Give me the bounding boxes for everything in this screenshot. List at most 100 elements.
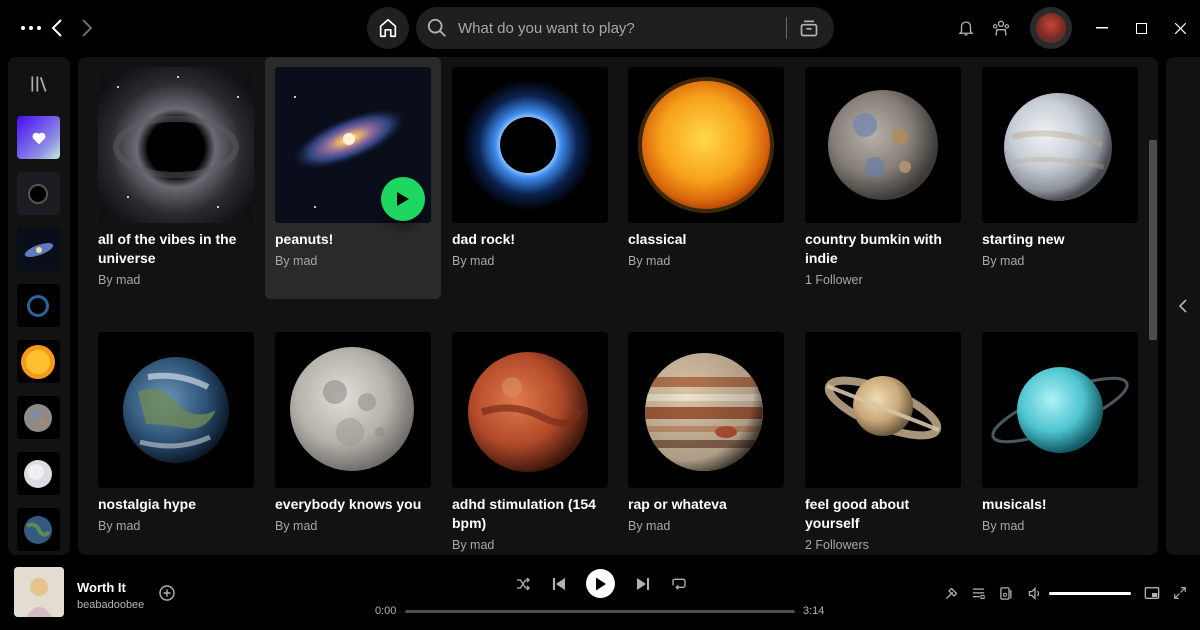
browse-icon[interactable] bbox=[798, 17, 820, 39]
friend-activity-icon[interactable] bbox=[990, 17, 1012, 39]
playlist-subtitle: By mad bbox=[628, 519, 671, 533]
library-item-sun[interactable] bbox=[17, 340, 60, 383]
library-icon[interactable] bbox=[27, 73, 51, 95]
library-item-black-hole[interactable] bbox=[17, 172, 60, 215]
mini-player-icon[interactable] bbox=[1142, 584, 1162, 602]
playlist-subtitle: By mad bbox=[628, 254, 671, 268]
playlist-card[interactable]: rap or whateva By mad bbox=[618, 322, 794, 555]
playlist-subtitle: By mad bbox=[452, 538, 495, 552]
playlist-card[interactable]: all of the vibes in the universe By mad bbox=[88, 57, 264, 299]
home-button[interactable] bbox=[367, 7, 409, 49]
library-item-mercury[interactable] bbox=[17, 396, 60, 439]
play-icon bbox=[397, 192, 409, 206]
home-icon bbox=[379, 18, 397, 38]
user-avatar[interactable] bbox=[1030, 7, 1072, 49]
playlist-subtitle: By mad bbox=[982, 254, 1025, 268]
cover-jupiter bbox=[628, 332, 784, 488]
previous-icon[interactable] bbox=[549, 574, 569, 594]
playlist-title: nostalgia hype bbox=[98, 496, 197, 512]
playlist-subtitle: By mad bbox=[98, 273, 141, 287]
playlist-title: country bumkin with indie bbox=[805, 231, 942, 266]
play-button[interactable] bbox=[381, 177, 425, 221]
library-item-galaxy[interactable] bbox=[17, 228, 60, 271]
playlist-subtitle: 2 Followers bbox=[805, 538, 869, 552]
playlist-card[interactable]: musicals! By mad bbox=[972, 322, 1148, 555]
playlist-card[interactable]: nostalgia hype By mad bbox=[88, 322, 264, 555]
playlist-title: peanuts! bbox=[275, 231, 334, 247]
playlist-card[interactable]: classical By mad bbox=[618, 57, 794, 299]
cover-mercury bbox=[805, 67, 961, 223]
playlist-title: adhd stimulation (154 bpm) bbox=[452, 496, 596, 531]
main-scrollbar[interactable] bbox=[1149, 140, 1157, 340]
cover-uranus bbox=[982, 332, 1138, 488]
search-divider bbox=[786, 17, 787, 39]
now-playing-cover[interactable] bbox=[14, 567, 64, 617]
progress-bar[interactable] bbox=[405, 610, 795, 613]
playlist-subtitle: By mad bbox=[98, 519, 141, 533]
library-item-venus[interactable] bbox=[17, 452, 60, 495]
playlist-card[interactable]: country bumkin with indie 1 Follower bbox=[795, 57, 971, 299]
cover-venus bbox=[982, 67, 1138, 223]
top-bar bbox=[0, 0, 1200, 56]
cover-black-hole bbox=[98, 67, 254, 223]
library-item-eclipse[interactable] bbox=[17, 284, 60, 327]
notifications-icon[interactable] bbox=[955, 17, 977, 39]
close-icon[interactable] bbox=[1170, 18, 1190, 38]
volume-icon[interactable] bbox=[1025, 584, 1045, 602]
playlist-grid: all of the vibes in the universe By mad … bbox=[78, 57, 1158, 555]
avatar-image bbox=[1036, 13, 1066, 43]
back-icon[interactable] bbox=[48, 17, 66, 39]
playlist-card[interactable]: adhd stimulation (154 bpm) By mad bbox=[442, 322, 618, 555]
queue-icon[interactable] bbox=[969, 584, 987, 602]
playlist-title: rap or whateva bbox=[628, 496, 727, 512]
add-to-library-icon[interactable] bbox=[158, 584, 176, 602]
playlist-card[interactable]: dad rock! By mad bbox=[442, 57, 618, 299]
now-playing-title[interactable]: Worth It bbox=[77, 580, 126, 595]
expand-panel-icon[interactable] bbox=[1176, 297, 1190, 315]
search-input[interactable] bbox=[458, 7, 778, 49]
playlist-title: classical bbox=[628, 231, 687, 247]
fullscreen-icon[interactable] bbox=[1170, 584, 1190, 602]
shuffle-icon[interactable] bbox=[513, 574, 533, 594]
playlist-card[interactable]: everybody knows you By mad bbox=[265, 322, 441, 555]
forward-icon[interactable] bbox=[78, 17, 96, 39]
search-bar bbox=[416, 7, 834, 49]
playlist-title: everybody knows you bbox=[275, 496, 422, 512]
playlist-subtitle: By mad bbox=[452, 254, 495, 268]
library-item-earth[interactable] bbox=[17, 508, 60, 551]
cover-moon bbox=[275, 332, 431, 488]
playlist-subtitle: By mad bbox=[275, 254, 318, 268]
playlist-subtitle: By mad bbox=[275, 519, 318, 533]
cover-earth bbox=[98, 332, 254, 488]
cover-saturn bbox=[805, 332, 961, 488]
right-panel bbox=[1166, 57, 1200, 555]
search-icon bbox=[426, 17, 448, 39]
play-pause-button[interactable] bbox=[586, 569, 615, 598]
maximize-icon[interactable] bbox=[1131, 18, 1151, 38]
now-playing-view-icon[interactable] bbox=[942, 584, 960, 602]
playlist-subtitle: 1 Follower bbox=[805, 273, 863, 287]
next-icon[interactable] bbox=[633, 574, 653, 594]
playlist-card[interactable]: starting new By mad bbox=[972, 57, 1148, 299]
liked-songs-item[interactable] bbox=[17, 116, 60, 159]
cover-mars bbox=[452, 332, 608, 488]
now-playing-artist[interactable]: beabadoobee bbox=[77, 599, 144, 611]
heart-icon bbox=[32, 132, 45, 144]
repeat-icon[interactable] bbox=[669, 574, 689, 594]
duration-time: 3:14 bbox=[803, 605, 825, 617]
playlist-card[interactable]: feel good about yourself 2 Followers bbox=[795, 322, 971, 555]
player-bar: Worth It beabadoobee 0:00 3:14 bbox=[0, 558, 1200, 630]
cover-eclipse bbox=[452, 67, 608, 223]
volume-slider[interactable] bbox=[1049, 592, 1131, 595]
minimize-icon[interactable] bbox=[1092, 18, 1112, 38]
cover-sun bbox=[628, 67, 784, 223]
playlist-card[interactable]: peanuts! By mad bbox=[265, 57, 441, 299]
elapsed-time: 0:00 bbox=[375, 605, 397, 617]
playlist-title: dad rock! bbox=[452, 231, 516, 247]
play-icon bbox=[595, 577, 606, 590]
playlist-subtitle: By mad bbox=[982, 519, 1025, 533]
connect-device-icon[interactable] bbox=[996, 584, 1016, 602]
library-sidebar bbox=[8, 57, 70, 555]
playlist-title: musicals! bbox=[982, 496, 1047, 512]
more-options-icon[interactable] bbox=[20, 18, 42, 38]
